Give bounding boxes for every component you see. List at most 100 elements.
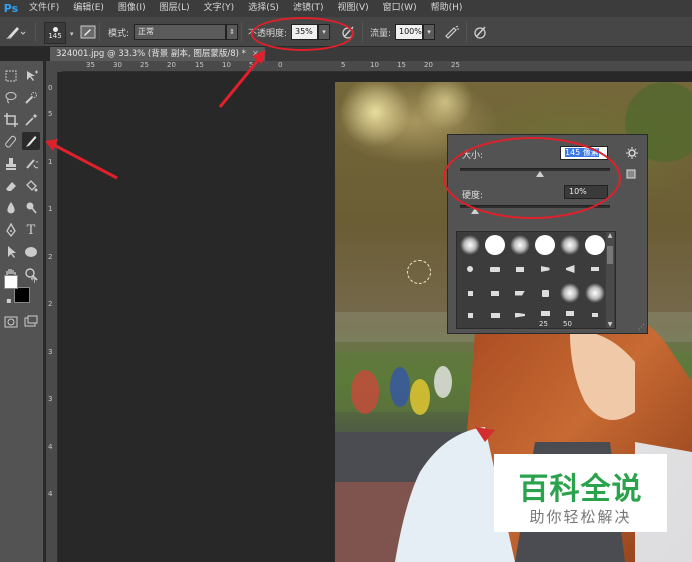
- swap-colors-icon[interactable]: ↰: [24, 271, 42, 289]
- mode-select[interactable]: 正常 ⇕: [134, 23, 238, 41]
- menu-item[interactable]: 视图(V): [330, 0, 375, 17]
- lasso-tool-icon[interactable]: [2, 89, 20, 107]
- foreground-color-swatch[interactable]: [4, 275, 18, 289]
- ruler-tick-label: 5: [341, 61, 346, 69]
- brush-preset-tip[interactable]: [484, 282, 506, 304]
- panel-settings-icon[interactable]: [626, 147, 638, 162]
- watermark-title: 百科全说: [518, 472, 643, 507]
- pressure-size-icon[interactable]: [472, 23, 488, 41]
- brush-preset-tip[interactable]: [459, 258, 481, 280]
- photoshop-logo: Ps: [3, 2, 19, 15]
- dodge-tool-icon[interactable]: [22, 199, 40, 217]
- flow-label: 流量:: [370, 28, 392, 39]
- clone-stamp-tool-icon[interactable]: [2, 155, 20, 173]
- ruler-tick-label: 20: [167, 61, 176, 69]
- new-preset-icon[interactable]: [626, 169, 636, 182]
- quick-selection-tool-icon[interactable]: [22, 89, 40, 107]
- eraser-tool-icon[interactable]: [2, 177, 20, 195]
- paint-bucket-tool-icon[interactable]: [22, 177, 40, 195]
- document-tab[interactable]: 324001.jpg @ 33.3% (背景 副本, 图层蒙版/8) * ×: [50, 47, 265, 61]
- brush-preset-tip[interactable]: [484, 304, 506, 326]
- menu-item[interactable]: 帮助(H): [424, 0, 470, 17]
- path-selection-tool-icon[interactable]: [2, 243, 20, 261]
- brush-preset-tip[interactable]: [509, 258, 531, 280]
- brush-preset-grid: 25 50: [456, 231, 616, 329]
- move-tool-icon[interactable]: [22, 67, 40, 85]
- brush-preset-tip[interactable]: [484, 258, 506, 280]
- brush-cursor: [407, 260, 431, 284]
- ruler-tick-label: 1: [48, 205, 53, 213]
- healing-brush-tool-icon[interactable]: [2, 133, 20, 151]
- mode-value: 正常: [134, 24, 226, 40]
- ruler-tick-label: 25: [140, 61, 149, 69]
- brush-size-picker[interactable]: 145: [44, 22, 66, 44]
- ruler-tick-label: 10: [222, 61, 231, 69]
- menu-item[interactable]: 图层(L): [153, 0, 197, 17]
- ruler-tick-label: 3: [48, 395, 53, 403]
- brush-tool-icon[interactable]: [22, 132, 40, 150]
- ruler-tick-label: 4: [48, 490, 53, 498]
- menu-item[interactable]: 编辑(E): [66, 0, 111, 17]
- brush-preset-tip[interactable]: [509, 282, 531, 304]
- menu-item[interactable]: 滤镜(T): [286, 0, 331, 17]
- quick-mask-icon[interactable]: [2, 313, 20, 331]
- brush-preset-tip[interactable]: [534, 258, 556, 280]
- brush-preset-soft-round[interactable]: [459, 234, 481, 256]
- brush-preset-tip[interactable]: [534, 282, 556, 304]
- marquee-tool-icon[interactable]: [2, 67, 20, 85]
- menu-item[interactable]: 选择(S): [241, 0, 286, 17]
- brush-tool-preset-icon[interactable]: [4, 23, 26, 41]
- watermark-subtitle: 助你轻松解决: [529, 508, 632, 526]
- ruler-tick-label: 15: [397, 61, 406, 69]
- default-colors-icon[interactable]: ▪: [0, 291, 18, 309]
- history-brush-tool-icon[interactable]: [22, 155, 40, 173]
- ruler-tick-label: 20: [424, 61, 433, 69]
- resize-grip-icon[interactable]: ⋰: [638, 323, 645, 331]
- brush-preset-soft-round[interactable]: [509, 234, 531, 256]
- brush-preset-tip[interactable]: [459, 304, 481, 326]
- brush-preset-soft-round[interactable]: [584, 282, 606, 304]
- brush-preset-soft-round[interactable]: [559, 234, 581, 256]
- ruler-tick-label: 0: [48, 84, 53, 92]
- eyedropper-tool-icon[interactable]: [22, 111, 40, 129]
- brush-preset-tip[interactable]: [584, 304, 606, 326]
- ruler-tick-label: 0: [278, 61, 283, 69]
- close-icon[interactable]: ×: [252, 49, 259, 59]
- menu-item[interactable]: 窗口(W): [376, 0, 424, 17]
- crop-tool-icon[interactable]: [2, 111, 20, 129]
- toggle-brush-panel-icon[interactable]: [80, 23, 96, 41]
- preset-scrollbar[interactable]: ▲ ▼: [606, 232, 614, 328]
- ellipse-tool-icon[interactable]: [22, 243, 40, 261]
- flow-dropdown-icon: ▾: [423, 24, 435, 40]
- menu-item[interactable]: 文字(Y): [197, 0, 242, 17]
- brush-preset-tip[interactable]: [559, 258, 581, 280]
- ruler-tick-label: 5: [249, 61, 254, 69]
- flow-field[interactable]: 100% ▾: [395, 23, 435, 41]
- brush-preset-tip[interactable]: [584, 258, 606, 280]
- ruler-tick-label: 5: [48, 110, 53, 118]
- brush-preset-hard-round[interactable]: [534, 234, 556, 256]
- ruler-tick-label: 25: [451, 61, 460, 69]
- screen-mode-icon[interactable]: [22, 313, 40, 331]
- ruler-corner: [46, 61, 62, 72]
- scrollbar-thumb[interactable]: [607, 246, 613, 264]
- type-tool-icon[interactable]: T: [22, 221, 40, 239]
- pen-tool-icon[interactable]: [2, 221, 20, 239]
- ruler-tick-label: 3: [48, 348, 53, 356]
- brush-preset-soft-round[interactable]: [559, 282, 581, 304]
- document-tab-bar: 324001.jpg @ 33.3% (背景 副本, 图层蒙版/8) * ×: [50, 47, 692, 61]
- brush-preset-hard-round[interactable]: [584, 234, 606, 256]
- scroll-down-icon[interactable]: ▼: [606, 321, 614, 328]
- menu-item[interactable]: 文件(F): [22, 0, 66, 17]
- annotation-circle-brush-settings: [443, 137, 621, 219]
- scroll-up-icon[interactable]: ▲: [606, 232, 614, 239]
- brush-preset-tip[interactable]: [509, 304, 531, 326]
- brush-preset-hard-round[interactable]: [484, 234, 506, 256]
- brush-picker-arrow-icon[interactable]: ▾: [70, 25, 74, 43]
- blur-tool-icon[interactable]: [2, 199, 20, 217]
- menu-bar: Ps 文件(F) 编辑(E) 图像(I) 图层(L) 文字(Y) 选择(S) 滤镜(T) 视图…: [0, 0, 692, 17]
- menu-item[interactable]: 图像(I): [111, 0, 153, 17]
- airbrush-icon[interactable]: [444, 23, 460, 41]
- ruler-tick-label: 2: [48, 253, 53, 261]
- brush-preset-tip[interactable]: [459, 282, 481, 304]
